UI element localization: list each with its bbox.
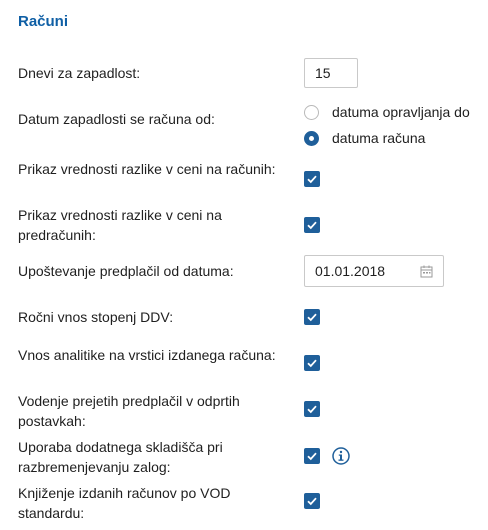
due-days-label: Dnevi za zapadlost: — [18, 65, 141, 81]
check-icon — [307, 359, 317, 368]
check-icon — [307, 405, 317, 414]
manual-vat-label: Ročni vnos stopenj DDV: — [18, 309, 174, 325]
extra-warehouse-label: Uporaba dodatnega skladišča pri razbreme… — [18, 439, 223, 475]
due-days-input[interactable] — [304, 58, 358, 88]
manual-vat-checkbox[interactable] — [304, 309, 320, 325]
price-diff-proforma-label: Prikaz vrednosti razlike v ceni na predr… — [18, 207, 222, 243]
prepayments-date-value: 01.01.2018 — [315, 263, 386, 279]
check-icon — [307, 175, 317, 184]
due-from-option-invoice-date[interactable]: datuma računa — [304, 130, 425, 146]
vod-posting-label: Knjiženje izdanih računov po VOD standar… — [18, 485, 231, 521]
open-prepayments-checkbox[interactable] — [304, 401, 320, 417]
check-icon — [307, 313, 317, 322]
due-from-label: Datum zapadlosti se računa od: — [18, 111, 215, 127]
check-icon — [307, 497, 317, 506]
due-from-option-service-date[interactable]: datuma opravljanja do — [304, 104, 470, 120]
radio-selected[interactable] — [304, 130, 319, 146]
check-icon — [307, 452, 317, 461]
check-icon — [307, 221, 317, 230]
info-icon[interactable] — [332, 447, 350, 465]
vod-posting-checkbox[interactable] — [304, 493, 320, 509]
radio-unselected[interactable] — [304, 104, 319, 120]
price-diff-proforma-checkbox[interactable] — [304, 217, 320, 233]
open-prepayments-label: Vodenje prejetih predplačil v odprtih po… — [18, 393, 240, 429]
extra-warehouse-checkbox[interactable] — [304, 448, 320, 464]
analytics-row-label: Vnos analitike na vrstici izdanega račun… — [18, 347, 276, 363]
price-diff-invoices-label: Prikaz vrednosti razlike v ceni na račun… — [18, 161, 276, 177]
section-title: Računi — [18, 13, 69, 30]
prepayments-from-label: Upoštevanje predplačil od datuma: — [18, 263, 234, 279]
calendar-icon[interactable] — [420, 265, 433, 278]
prepayments-date-field[interactable]: 01.01.2018 — [304, 255, 444, 287]
analytics-row-checkbox[interactable] — [304, 355, 320, 371]
due-from-option-label: datuma računa — [332, 130, 426, 146]
price-diff-invoices-checkbox[interactable] — [304, 171, 320, 187]
due-from-option-label: datuma opravljanja do — [332, 104, 470, 120]
